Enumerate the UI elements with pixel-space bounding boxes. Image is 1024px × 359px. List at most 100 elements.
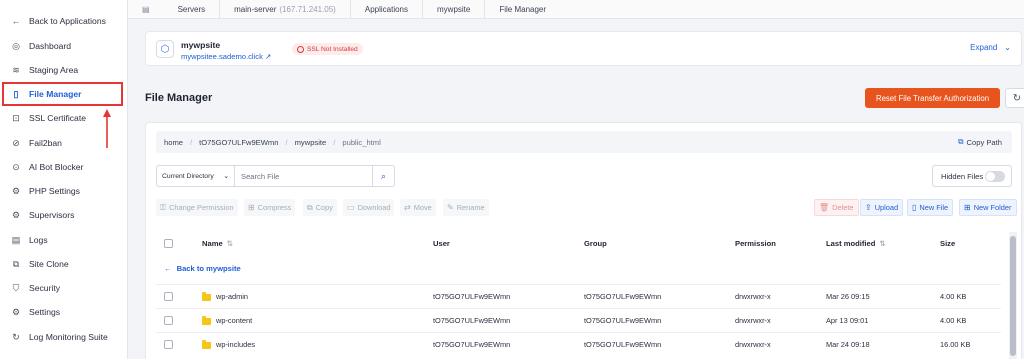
table-row[interactable]: wp-content tO75GO7ULFw9EWmn tO75GO7ULFw9… <box>156 308 1001 332</box>
breadcrumb-app-label: mywpsite <box>437 4 471 14</box>
breadcrumb-app[interactable]: mywpsite <box>423 0 486 19</box>
sidebar-item-php-settings[interactable]: ⚙ PHP Settings <box>4 181 121 201</box>
path-separator: / <box>190 137 193 147</box>
copy-path-label: Copy Path <box>966 137 1002 147</box>
expand-button[interactable]: Expand ⌄ <box>970 43 1011 52</box>
copy-label: Copy <box>315 203 333 212</box>
search-input[interactable] <box>235 166 372 186</box>
file-permission: drwxrwxr-x <box>735 316 771 325</box>
gear-icon: ⚙ <box>11 306 21 317</box>
sidebar-item-label: SSL Certificate <box>29 113 86 123</box>
file-group: tO75GO7ULFw9EWmn <box>584 316 662 325</box>
copy-path-button[interactable]: ⧉ Copy Path <box>958 131 1002 153</box>
file-user: tO75GO7ULFw9EWmn <box>433 316 511 325</box>
sidebar-toggle-icon[interactable]: ▤ <box>128 5 164 14</box>
folder-icon <box>202 315 211 325</box>
sidebar-item-label: Site Clone <box>29 259 69 269</box>
refresh-icon[interactable]: ↻ <box>1005 88 1024 108</box>
upload-button[interactable]: ⇪ Upload <box>860 199 904 216</box>
file-user: tO75GO7ULFw9EWmn <box>433 292 511 301</box>
path-separator: / <box>333 137 336 147</box>
breadcrumb-servers-label: Servers <box>177 4 206 14</box>
file-name-cell[interactable]: wp-admin <box>202 291 249 301</box>
file-name-cell[interactable]: wp-content <box>202 315 253 325</box>
select-all-checkbox[interactable] <box>164 239 173 248</box>
table-row[interactable]: wp-admin tO75GO7ULFw9EWmn tO75GO7ULFw9EW… <box>156 284 1001 308</box>
path-segment[interactable]: mywpsite <box>295 138 327 147</box>
file-name: wp-content <box>216 316 253 325</box>
bot-icon: ⊙ <box>12 161 20 172</box>
column-name-label: Name <box>202 238 223 248</box>
pencil-icon: ✎ <box>447 203 454 212</box>
hidden-files-toggle[interactable] <box>985 171 1005 182</box>
breadcrumb-server[interactable]: main-server (167.71.241.05) <box>220 0 351 19</box>
row-checkbox[interactable] <box>164 340 173 349</box>
sidebar-item-back-to-applications[interactable]: ← Back to Applications <box>4 11 121 31</box>
file-name-cell[interactable]: wp-includes <box>202 339 255 349</box>
sidebar-item-label: File Manager <box>29 89 82 99</box>
new-file-button[interactable]: ▯ New File <box>907 199 954 216</box>
change-permission-button[interactable]: ⚿ Change Permission <box>156 199 238 216</box>
file-size: 4.00 KB <box>940 316 967 325</box>
layers-icon: ≋ <box>12 64 20 75</box>
sidebar-item-label: Fail2ban <box>29 138 62 148</box>
sidebar-item-site-clone[interactable]: ⧉ Site Clone <box>4 254 121 274</box>
php-settings-icon: ⚙ <box>11 185 21 196</box>
compress-icon: ⊞ <box>248 203 255 212</box>
path-segment[interactable]: home <box>164 138 183 147</box>
search-icon[interactable]: ⌕ <box>372 166 394 186</box>
new-folder-button[interactable]: ⊞ New Folder <box>959 199 1017 216</box>
move-label: Move <box>413 203 432 212</box>
sidebar-item-ai-bot-blocker[interactable]: ⊙ AI Bot Blocker <box>4 157 121 177</box>
sidebar-item-file-manager[interactable]: ▯ File Manager <box>2 82 123 106</box>
column-last-modified[interactable]: Last modified ⇅ <box>826 239 886 248</box>
ban-icon: ⊘ <box>12 137 20 148</box>
delete-button[interactable]: 🗑 Delete <box>814 199 859 216</box>
new-folder-icon: ⊞ <box>964 203 971 212</box>
arrow-left-icon: ← <box>164 264 172 273</box>
table-header: Name ⇅ User Group Permission Last modifie… <box>156 233 1001 253</box>
trash-icon: 🗑 <box>819 203 830 212</box>
sidebar-item-staging-area[interactable]: ≋ Staging Area <box>4 60 121 80</box>
rename-button[interactable]: ✎ Rename <box>443 199 489 216</box>
compress-button[interactable]: ⊞ Compress <box>244 199 296 216</box>
table-row[interactable]: wp-includes tO75GO7ULFw9EWmn tO75GO7ULFw… <box>156 332 1001 356</box>
site-name: mywpsite <box>181 40 221 50</box>
row-checkbox[interactable] <box>164 316 173 325</box>
copy-button[interactable]: ⧉ Copy <box>303 199 337 216</box>
column-group: Group <box>584 238 607 248</box>
column-name[interactable]: Name ⇅ <box>202 239 233 248</box>
sidebar-item-log-monitoring-suite[interactable]: ↻ Log Monitoring Suite <box>4 327 121 347</box>
file-modified: Mar 24 09:18 <box>826 340 870 349</box>
scrollbar-thumb[interactable] <box>1010 236 1016 356</box>
path-segment[interactable]: tO75GO7ULFw9EWmn <box>199 138 278 147</box>
file-icon: ▯ <box>13 88 19 99</box>
sidebar-item-supervisors[interactable]: ⚙ Supervisors <box>4 205 121 225</box>
file-name: wp-admin <box>216 292 249 301</box>
breadcrumb-applications[interactable]: Applications <box>351 0 423 19</box>
sidebar-item-logs[interactable]: ▤ Logs <box>4 230 121 250</box>
download-button[interactable]: ▭ Download <box>343 199 395 216</box>
breadcrumb-servers[interactable]: Servers <box>164 0 221 19</box>
chevron-down-icon: ⌄ <box>1004 43 1011 52</box>
reset-file-transfer-authorization-button[interactable]: Reset File Transfer Authorization <box>865 88 1000 108</box>
sidebar-item-dashboard[interactable]: ◎ Dashboard <box>4 36 121 56</box>
upload-icon: ⇪ <box>865 203 872 212</box>
table-scrollbar[interactable] <box>1009 232 1017 359</box>
new-folder-label: New Folder <box>973 203 1012 212</box>
file-permission: drwxrwxr-x <box>735 292 771 301</box>
breadcrumb-current-label: File Manager <box>499 4 547 14</box>
row-checkbox[interactable] <box>164 292 173 301</box>
sidebar-item-settings[interactable]: ⚙ Settings <box>4 302 121 322</box>
sidebar-item-label: Logs <box>29 235 48 245</box>
shield-icon: ⛉ <box>12 282 20 293</box>
new-file-label: New File <box>919 203 949 212</box>
site-url-link[interactable]: mywpsitee.sademo.click ↗ <box>181 52 271 61</box>
clone-icon: ⧉ <box>12 258 20 269</box>
ssl-status-label: SSL Not Installed <box>307 45 358 53</box>
move-button[interactable]: ⇄ Move <box>400 199 436 216</box>
back-to-parent-link[interactable]: ← Back to mywpsite <box>156 264 241 273</box>
hidden-files-control: Hidden Files <box>932 165 1012 187</box>
sidebar-item-security[interactable]: ⛉ Security <box>4 278 121 298</box>
search-scope-select[interactable]: Current Directory ⌄ <box>157 166 235 186</box>
